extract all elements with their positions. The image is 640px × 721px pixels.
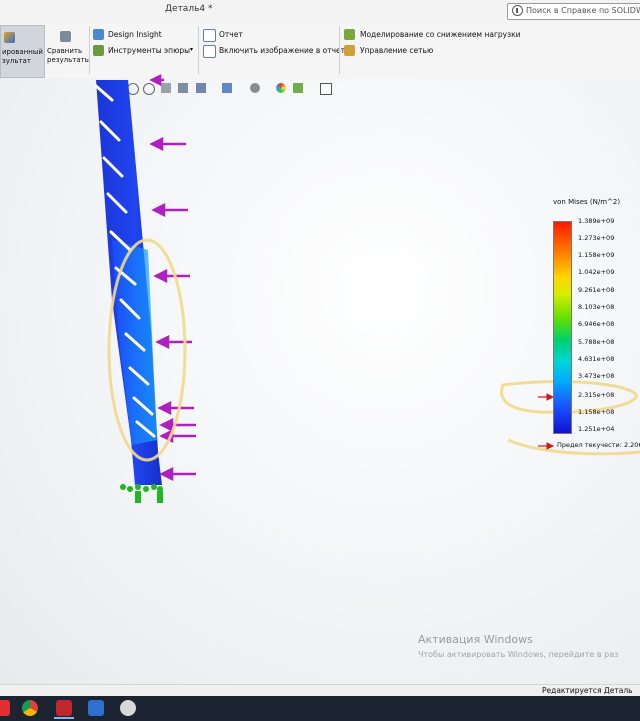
deformed-result-label: ированный зультат — [2, 48, 43, 65]
title-bar: Деталь4 * Поиск в Справке по SOLIDWORKS — [0, 0, 640, 23]
document-title: Деталь4 * — [165, 4, 213, 14]
zoom-to-fit-icon[interactable] — [127, 83, 139, 95]
mesh-control-button[interactable]: Управление сетью — [360, 46, 433, 55]
activation-watermark-text: Чтобы активировать Windows, перейдите в … — [418, 650, 619, 659]
design-insight-icon — [93, 29, 104, 40]
legend-tick: 6.946e+08 — [578, 320, 615, 328]
plot-tools-dropdown-icon[interactable]: ▾ — [190, 46, 193, 53]
mesh-control-icon — [344, 45, 355, 56]
graphics-viewport[interactable] — [0, 78, 640, 684]
view-settings-icon[interactable] — [320, 83, 332, 95]
help-search-input[interactable]: Поиск в Справке по SOLIDWORKS — [507, 3, 640, 20]
previous-view-icon[interactable] — [161, 83, 171, 93]
compare-results-icon — [60, 31, 71, 42]
include-image-icon — [203, 45, 216, 58]
status-text: Редактируется Деталь — [542, 686, 633, 695]
legend-colorbar — [553, 221, 572, 434]
ribbon-separator — [339, 26, 340, 74]
view-orientation-icon[interactable] — [196, 83, 206, 93]
hide-show-icon[interactable] — [250, 83, 260, 93]
appearance-icon[interactable] — [276, 83, 286, 93]
legend-tick: 8.103e+08 — [578, 303, 615, 311]
start-icon[interactable] — [0, 700, 10, 716]
legend-title: von Mises (N/m^2) — [553, 198, 621, 206]
legend-tick: 4.631e+08 — [578, 355, 615, 363]
load-reduction-button[interactable]: Моделирование со снижением нагрузки — [360, 30, 521, 39]
search-icon — [512, 5, 523, 16]
legend-tick: 1.042e+09 — [578, 268, 615, 276]
plot-tools-icon — [93, 45, 104, 56]
yield-strength-label: Предел текучести: 2.206 — [557, 441, 640, 449]
include-image-button[interactable]: Включить изображение в отчет — [219, 46, 345, 55]
app-icon[interactable] — [120, 700, 136, 716]
load-reduction-icon — [344, 29, 355, 40]
design-insight-button[interactable]: Design Insight — [108, 30, 162, 39]
deformed-result-icon — [4, 32, 15, 43]
compare-results-button[interactable]: Сравнить результаты — [46, 25, 91, 76]
compare-results-label: Сравнить результаты — [47, 47, 91, 64]
ribbon-separator — [198, 26, 199, 74]
activation-watermark-title: Активация Windows — [418, 633, 533, 646]
plot-tools-button[interactable]: Инструменты эпюры — [108, 46, 190, 55]
app-icon[interactable] — [88, 700, 104, 716]
legend-tick: 1.251e+04 — [578, 425, 615, 433]
legend-tick: 5.788e+08 — [578, 338, 615, 346]
deformed-result-button[interactable]: ированный зультат — [0, 25, 45, 78]
zoom-area-icon[interactable] — [143, 83, 155, 95]
active-app-indicator — [54, 717, 74, 719]
solidworks-icon[interactable] — [56, 700, 72, 716]
report-button[interactable]: Отчет — [219, 30, 243, 39]
legend-tick: 1.158e+08 — [578, 408, 615, 416]
legend-tick: 1.273e+09 — [578, 234, 615, 242]
ribbon-toolbar: ированный зультат Сравнить результаты De… — [0, 22, 640, 79]
section-view-icon[interactable] — [178, 83, 188, 93]
legend-tick: 1.389e+09 — [578, 217, 615, 225]
chrome-icon[interactable] — [22, 700, 38, 716]
legend-tick: 3.473e+08 — [578, 372, 615, 380]
scene-icon[interactable] — [293, 83, 303, 93]
legend-tick: 1.158e+09 — [578, 251, 615, 259]
legend-tick: 2.315e+08 — [578, 391, 615, 399]
search-placeholder: Поиск в Справке по SOLIDWORKS — [526, 6, 640, 15]
legend-tick: 9.261e+08 — [578, 286, 615, 294]
ribbon-separator — [89, 26, 90, 74]
windows-taskbar — [0, 696, 640, 721]
display-style-icon[interactable] — [222, 83, 232, 93]
report-icon — [203, 29, 216, 42]
